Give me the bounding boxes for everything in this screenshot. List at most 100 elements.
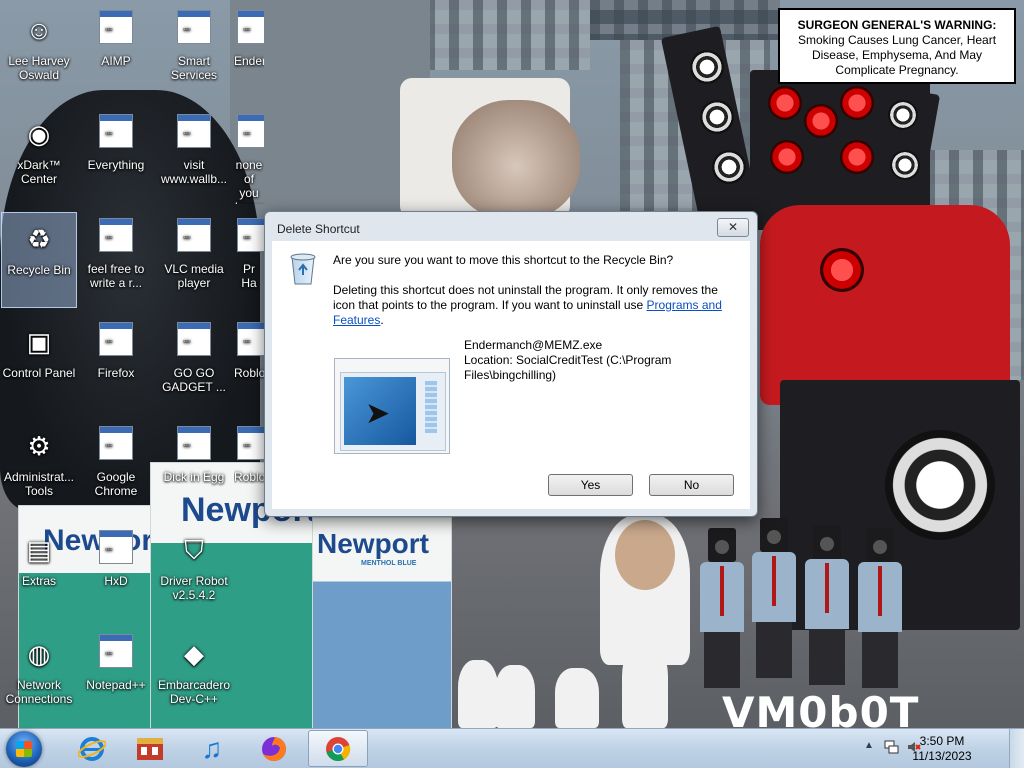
app-icon: [96, 10, 136, 50]
red-speaker-cone: [770, 140, 804, 174]
desktop-icon[interactable]: Google Chrome: [78, 420, 154, 516]
red-speaker-cone: [768, 86, 802, 120]
file-location: Location: SocialCreditTest (C:\Program F…: [464, 353, 672, 382]
villain-face: [452, 100, 580, 220]
app-icon: [174, 426, 214, 466]
desktop-icon-label: feel free to write a r...: [87, 262, 145, 290]
desktop-icon[interactable]: ◆ Embarcadero Dev-C++: [156, 628, 232, 724]
desktop-icon-label: HxD: [104, 574, 128, 588]
desktop-icon[interactable]: none of you know how ...: [234, 108, 264, 204]
desktop-icon[interactable]: ▣ Control Panel: [1, 316, 77, 412]
app-icon: [96, 426, 136, 466]
desktop-icon-label: Control Panel: [2, 366, 76, 380]
delete-shortcut-dialog: Delete Shortcut ✕ Are you sure you want …: [264, 211, 758, 517]
desktop-icon[interactable]: ♻ Recycle Bin: [1, 212, 77, 308]
desktop-icon[interactable]: Everything: [78, 108, 154, 204]
dialog-body: Are you sure you want to move this short…: [272, 241, 750, 509]
desktop-icon[interactable]: Enderman...: [234, 4, 264, 100]
no-button[interactable]: No: [649, 474, 734, 496]
yes-button[interactable]: Yes: [548, 474, 633, 496]
desktop-icon[interactable]: ◉ xDark™ Center: [1, 108, 77, 204]
desktop-icon[interactable]: GO GO GADGET ...: [156, 316, 232, 412]
app-icon: [174, 218, 214, 258]
desktop-icon-label: AIMP: [101, 54, 131, 68]
clock-date: 11/13/2023: [912, 749, 972, 763]
desktop-icon[interactable]: Notepad++: [78, 628, 154, 724]
network-icon[interactable]: [884, 739, 900, 755]
devcpp-icon: ◆: [184, 639, 204, 669]
desktop-icon[interactable]: Smart Services: [156, 4, 232, 100]
desktop-icon[interactable]: ⚙ Administrat... Tools: [1, 420, 77, 516]
dialog-titlebar[interactable]: Delete Shortcut ✕: [265, 212, 757, 242]
desktop-icon[interactable]: ⛉ Driver Robot v2.5.4.2: [156, 524, 232, 620]
clock[interactable]: 3:50 PM 11/13/2023: [907, 734, 977, 764]
recycle-bin-icon: ♻: [27, 224, 51, 254]
face: [615, 520, 675, 590]
desktop-icon-label: Firefox: [97, 366, 135, 380]
desktop-icon-label: Pr Ha: [241, 262, 257, 290]
show-desktop-button[interactable]: [1009, 729, 1024, 768]
corner-logo: VM0b0T: [722, 688, 920, 728]
app-icon: [234, 114, 264, 154]
app-icon: [96, 634, 136, 674]
desktop-icon-label: xDark™ Center: [17, 158, 61, 186]
chrome-icon[interactable]: [308, 730, 368, 767]
desktop-icon[interactable]: Roblo: [234, 316, 264, 412]
desktop-icon-label: none of you know how ...: [235, 158, 263, 204]
app-icon: [96, 322, 136, 362]
desktop-icon-label: Roblo: [234, 470, 264, 484]
desktop-icon[interactable]: ☺ Lee Harvey Oswald: [1, 4, 77, 100]
desktop-icon-label: visit www.wallb...: [160, 158, 228, 186]
desktop-icon-label: Driver Robot v2.5.4.2: [160, 574, 228, 602]
toilet: [622, 642, 668, 728]
app-icon: [96, 530, 136, 570]
toilet: [555, 668, 599, 728]
speaker-man: [858, 528, 902, 688]
desktop-icon-label: Administrat... Tools: [3, 470, 75, 498]
folder-icon: ▤: [26, 535, 52, 565]
pack-brand: Newport: [317, 528, 429, 559]
file-info: Endermanch@MEMZ.exe Location: SocialCred…: [464, 338, 704, 383]
clock-time: 3:50 PM: [919, 734, 965, 748]
network-icon: ◍: [27, 639, 51, 669]
desktop-icon[interactable]: ▤ Extras: [1, 524, 77, 620]
desktop-icon-label: Smart Services: [170, 54, 217, 82]
cigarette-pack: Newport MENTHOL BLUE: [312, 517, 452, 728]
control-panel-icon: ▣: [26, 327, 52, 357]
desktop-icon[interactable]: visit www.wallb...: [156, 108, 232, 204]
document-icon: [174, 114, 214, 154]
speaker-cone: [712, 150, 746, 184]
desktop-icon[interactable]: ◍ Network Connections: [1, 628, 77, 724]
desktop-icon-label: Network Connections: [5, 678, 73, 706]
start-button[interactable]: [6, 731, 42, 767]
desktop-icon[interactable]: Pr Ha: [234, 212, 264, 308]
speaker-cone: [890, 150, 920, 180]
app-icon: [234, 322, 264, 362]
speaker-man: [700, 528, 744, 688]
file-name: Endermanch@MEMZ.exe: [464, 338, 603, 352]
tools-icon: ⚙: [27, 431, 51, 461]
firefox-icon[interactable]: [244, 730, 304, 767]
desktop-icon[interactable]: Dick in Egg: [156, 420, 232, 516]
chest-speaker: [820, 248, 864, 292]
desktop-icon-label: Google Chrome: [94, 470, 138, 498]
surgeon-general-warning: SURGEON GENERAL'S WARNING: Smoking Cause…: [778, 8, 1016, 84]
red-shirt-body: [760, 205, 1010, 405]
desktop-icon[interactable]: VLC media player: [156, 212, 232, 308]
app-icon: [174, 322, 214, 362]
building: [425, 0, 590, 70]
desktop-icon[interactable]: Firefox: [78, 316, 154, 412]
internet-explorer-icon[interactable]: [62, 730, 122, 767]
desktop-icon[interactable]: HxD: [78, 524, 154, 620]
show-hidden-icons-icon[interactable]: ▲: [864, 740, 874, 751]
desktop-icon-label: Lee Harvey Oswald: [8, 54, 70, 82]
desktop-icon[interactable]: Roblo: [234, 420, 264, 516]
desktop-icon[interactable]: AIMP: [78, 4, 154, 100]
desktop-icon[interactable]: feel free to write a r...: [78, 212, 154, 308]
store-icon[interactable]: [120, 730, 180, 767]
speaker-cone: [700, 100, 734, 134]
app-icon: [96, 114, 136, 154]
music-icon[interactable]: ♫: [182, 730, 242, 767]
large-speaker-cone: [885, 430, 995, 540]
close-button[interactable]: ✕: [717, 218, 749, 237]
